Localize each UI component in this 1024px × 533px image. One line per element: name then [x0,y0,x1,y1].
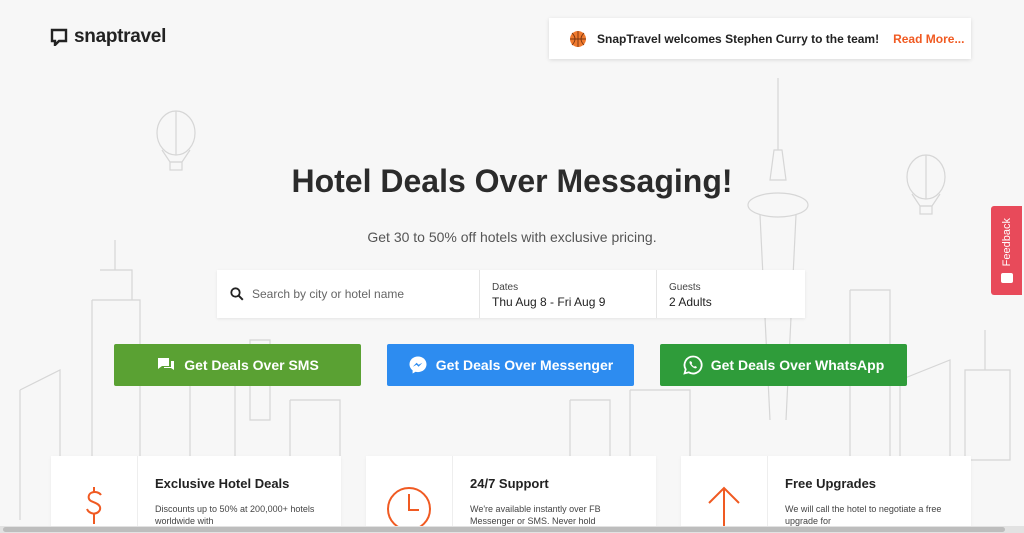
messenger-icon [409,356,427,374]
whatsapp-button-label: Get Deals Over WhatsApp [710,357,885,373]
dates-label: Dates [492,282,519,293]
feature-card-support: 24/7 Support We're available instantly o… [366,456,656,533]
sms-button-label: Get Deals Over SMS [184,357,319,373]
guests-value: 2 Adults [669,295,712,309]
brand-name: snaptravel [74,26,167,47]
search-input[interactable]: Search by city or hotel name [252,287,404,301]
messenger-button-label: Get Deals Over Messenger [435,357,614,373]
feature-card-deals: Exclusive Hotel Deals Discounts up to 50… [51,456,341,533]
feedback-label: Feedback [1000,218,1013,267]
get-deals-whatsapp-button[interactable]: Get Deals Over WhatsApp [660,344,907,386]
hero-subtitle: Get 30 to 50% off hotels with exclusive … [367,229,657,245]
feature-card-upgrades: Free Upgrades We will call the hotel to … [681,456,971,533]
feature-title: Free Upgrades [785,476,877,491]
brand-logo[interactable]: snaptravel [50,26,166,48]
search-bar: Search by city or hotel name Dates Thu A… [217,270,805,318]
horizontal-scrollbar[interactable] [0,526,1024,533]
arrow-up-icon [708,486,740,526]
guests-label: Guests [669,282,701,293]
dates-field[interactable]: Dates Thu Aug 8 - Fri Aug 9 [480,270,657,318]
feedback-icon [1000,272,1013,283]
feature-title: 24/7 Support [470,476,549,491]
feature-description: Discounts up to 50% at 200,000+ hotels w… [155,504,315,526]
location-search-field[interactable]: Search by city or hotel name [217,270,480,318]
basketball-icon [570,30,586,47]
logo-mark-icon [50,28,68,46]
guests-field[interactable]: Guests 2 Adults [657,270,805,318]
chat-bubbles-icon [158,358,175,370]
feedback-tab[interactable]: Feedback [991,206,1022,295]
read-more-link[interactable]: Read More... [893,32,964,46]
feature-title: Exclusive Hotel Deals [155,476,290,491]
feature-description: We're available instantly over FB Messen… [470,504,601,526]
dollar-icon [86,487,102,524]
skyline-background [19,78,1011,520]
feature-description: We will call the hotel to negotiate a fr… [785,504,942,526]
scrollbar-thumb[interactable] [3,527,1005,532]
announcement-text: SnapTravel welcomes Stephen Curry to the… [597,31,880,46]
hero-title: Hotel Deals Over Messaging! [291,163,733,199]
whatsapp-icon [683,355,703,375]
dates-value: Thu Aug 8 - Fri Aug 9 [492,295,606,309]
announcement-banner: SnapTravel welcomes Stephen Curry to the… [549,18,971,59]
get-deals-sms-button[interactable]: Get Deals Over SMS [114,344,361,386]
search-icon [230,287,244,301]
get-deals-messenger-button[interactable]: Get Deals Over Messenger [387,344,634,386]
